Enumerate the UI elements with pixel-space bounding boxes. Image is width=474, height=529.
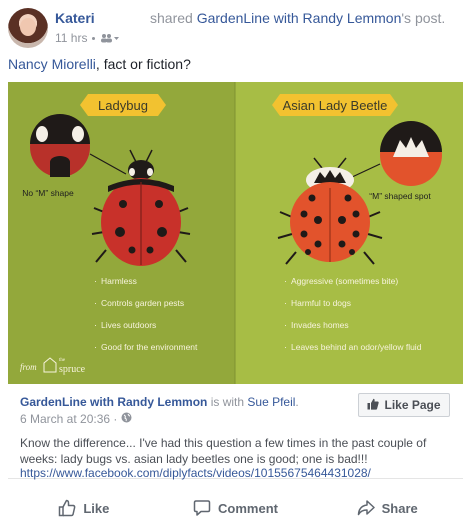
like-label: Like <box>83 500 110 516</box>
post-message-text: , fact or fiction? <box>95 56 191 72</box>
credit-from: from <box>20 362 37 372</box>
svg-text:·: · <box>94 342 97 352</box>
source-page-link[interactable]: GardenLine with Randy Lemmon <box>20 395 207 409</box>
comment-icon <box>193 499 211 517</box>
is-with-text: is with <box>210 395 245 409</box>
ladybug-fact-1: Harmless <box>101 276 137 286</box>
svg-text:·: · <box>284 342 287 352</box>
separator-dot <box>92 36 96 40</box>
post-message: Nancy Miorelli, fact or fiction? <box>8 56 191 72</box>
svg-text:·: · <box>284 320 287 330</box>
comment-label: Comment <box>218 500 278 516</box>
shared-prefix: shared <box>150 10 193 26</box>
ladybug-vs-beetle-infographic[interactable]: Ladybug Asian Lady Beetle No “M” shape ·… <box>8 82 463 384</box>
friends-audience-icon[interactable] <box>100 33 120 43</box>
credit-the: the <box>59 358 66 363</box>
ladybug-title: Ladybug <box>98 98 148 113</box>
svg-text:·: · <box>284 298 287 308</box>
ladybug-callout: No “M” shape <box>22 188 74 198</box>
like-button[interactable]: Like <box>8 490 160 526</box>
mention-link[interactable]: Nancy Miorelli <box>8 56 96 72</box>
post-header: Kateri shared GardenLine with Randy Lemm… <box>0 0 474 50</box>
thumbs-up-icon <box>367 398 380 413</box>
shared-post-timestamp[interactable]: 6 March at 20:36 · <box>20 412 117 426</box>
beetle-title: Asian Lady Beetle <box>283 98 388 113</box>
credit-brand: spruce <box>59 364 86 375</box>
ladybug-fact-3: Lives outdoors <box>101 320 156 330</box>
beetle-fact-2: Harmful to dogs <box>291 298 351 308</box>
shared-suffix: 's post. <box>401 10 446 26</box>
post-meta: 11 hrs <box>55 31 120 45</box>
share-icon <box>357 499 375 517</box>
shared-post-card: GardenLine with Randy Lemmon is with Sue… <box>8 385 463 480</box>
svg-text:·: · <box>94 298 97 308</box>
beetle-fact-4: Leaves behind an odor/yellow fluid <box>291 342 422 352</box>
beetle-head-zoom <box>380 121 442 186</box>
tagged-person-link[interactable]: Sue Pfeil <box>247 395 295 409</box>
share-label: Share <box>381 500 418 516</box>
post-time[interactable]: 11 hrs <box>55 31 87 45</box>
svg-text:·: · <box>94 276 97 286</box>
post-action-bar: Like Comment Share <box>8 490 463 526</box>
shared-post-date: 6 March at 20:36 · <box>20 412 132 426</box>
ladybug-fact-4: Good for the environment <box>101 342 198 352</box>
beetle-callout: “M” shaped spot <box>369 191 431 201</box>
beetle-fact-3: Invades homes <box>291 320 349 330</box>
ladybug-head-zoom <box>30 114 90 177</box>
shared-post-description: Know the difference... I've had this que… <box>20 436 427 466</box>
shared-line: shared GardenLine with Randy Lemmon's po… <box>150 10 445 26</box>
shared-page-link[interactable]: GardenLine with Randy Lemmon <box>197 10 402 26</box>
like-page-label: Like Page <box>384 398 441 412</box>
ladybug-fact-2: Controls garden pests <box>101 298 184 308</box>
globe-icon <box>121 412 132 426</box>
shared-post-source: GardenLine with Randy Lemmon is with Sue… <box>20 395 299 409</box>
author-avatar[interactable] <box>8 8 48 48</box>
like-page-button[interactable]: Like Page <box>358 393 450 417</box>
beetle-fact-1: Aggressive (sometimes bite) <box>291 276 398 286</box>
author-name[interactable]: Kateri <box>55 10 95 26</box>
source-period: . <box>295 395 299 409</box>
svg-text:·: · <box>284 276 287 286</box>
svg-text:·: · <box>94 320 97 330</box>
video-link[interactable]: https://www.facebook.com/diplyfacts/vide… <box>20 466 371 480</box>
thumbs-up-icon <box>58 499 76 517</box>
share-button[interactable]: Share <box>311 490 463 526</box>
comment-button[interactable]: Comment <box>160 490 312 526</box>
